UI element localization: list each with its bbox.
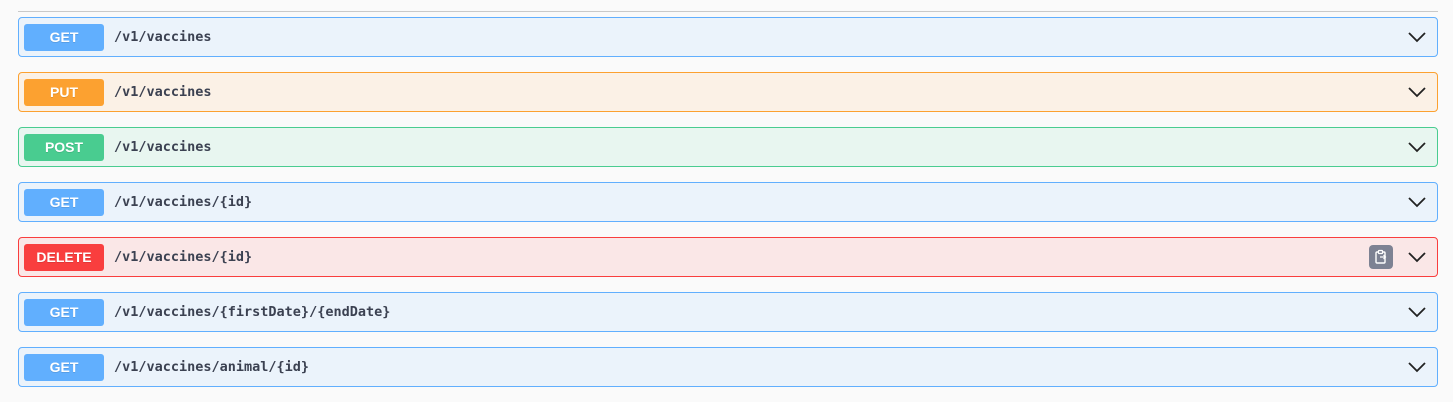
chevron-down-icon[interactable] xyxy=(1407,247,1427,267)
operation-get-vaccines-by-animal[interactable]: GET /v1/vaccines/animal/{id} xyxy=(18,347,1438,387)
operation-path: /v1/vaccines/{id} xyxy=(114,249,253,265)
operation-get-vaccines[interactable]: GET /v1/vaccines xyxy=(18,17,1438,57)
operations-list: GET /v1/vaccines PUT /v1/vaccines POST /… xyxy=(18,17,1438,402)
operation-path: /v1/vaccines xyxy=(114,139,212,155)
method-badge: DELETE xyxy=(24,243,104,271)
method-badge: GET xyxy=(24,188,104,216)
method-badge: POST xyxy=(24,133,104,161)
operation-delete-vaccine-by-id[interactable]: DELETE /v1/vaccines/{id} xyxy=(18,237,1438,277)
operation-path: /v1/vaccines/animal/{id} xyxy=(114,359,310,375)
operation-path: /v1/vaccines xyxy=(114,29,212,45)
method-badge: GET xyxy=(24,23,104,51)
operation-get-vaccine-by-id[interactable]: GET /v1/vaccines/{id} xyxy=(18,182,1438,222)
method-badge: PUT xyxy=(24,78,104,106)
operation-post-vaccines[interactable]: POST /v1/vaccines xyxy=(18,127,1438,167)
chevron-down-icon[interactable] xyxy=(1407,302,1427,322)
operation-put-vaccines[interactable]: PUT /v1/vaccines xyxy=(18,72,1438,112)
operation-path: /v1/vaccines/{firstDate}/{endDate} xyxy=(114,304,391,320)
operation-get-vaccines-by-date-range[interactable]: GET /v1/vaccines/{firstDate}/{endDate} xyxy=(18,292,1438,332)
chevron-down-icon[interactable] xyxy=(1407,192,1427,212)
section-divider xyxy=(18,11,1438,12)
operation-path: /v1/vaccines/{id} xyxy=(114,194,253,210)
chevron-down-icon[interactable] xyxy=(1407,82,1427,102)
copy-to-clipboard-button[interactable] xyxy=(1369,245,1393,269)
operation-path: /v1/vaccines xyxy=(114,84,212,100)
chevron-down-icon[interactable] xyxy=(1407,137,1427,157)
method-badge: GET xyxy=(24,353,104,381)
chevron-down-icon[interactable] xyxy=(1407,357,1427,377)
clipboard-icon xyxy=(1375,249,1387,264)
method-badge: GET xyxy=(24,298,104,326)
chevron-down-icon[interactable] xyxy=(1407,27,1427,47)
